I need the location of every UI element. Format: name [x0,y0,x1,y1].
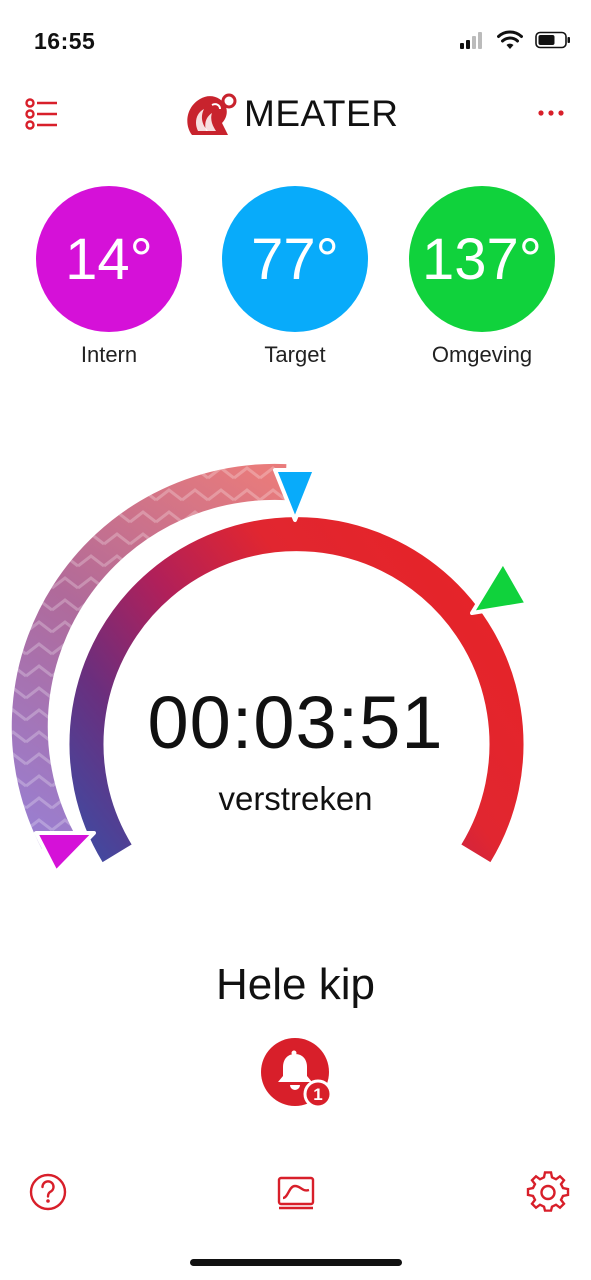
alerts-button[interactable]: 1 [256,1034,336,1114]
target-temp-label: Target [264,342,326,367]
bell-icon: 1 [261,1038,333,1109]
help-icon[interactable] [26,1170,70,1214]
temperature-gauge [11,463,529,874]
signal-icon [460,32,482,49]
target-temp-value: 77° [251,226,339,292]
ambient-marker-icon [470,560,529,615]
home-indicator[interactable] [190,1259,402,1266]
wifi-icon [497,30,523,49]
brand-logo: MEATER [182,88,398,140]
meater-logo-icon [187,93,237,135]
cook-name[interactable]: Hele kip [0,960,591,1010]
app-header: MEATER [0,84,591,144]
ambient-temp-circle[interactable]: 137° [409,186,555,332]
brand-name: MEATER [244,93,399,134]
internal-marker-icon [34,831,96,874]
gear-icon[interactable] [526,1170,570,1214]
status-time: 16:55 [34,28,96,54]
elapsed-label: verstreken [218,780,373,817]
internal-temp-circle[interactable]: 14° [36,186,182,332]
internal-temp-value: 14° [65,226,153,292]
alert-count-badge: 1 [313,1085,322,1104]
status-bar: 16:55 [0,0,591,80]
list-menu-icon[interactable] [24,94,60,134]
internal-temp-label: Intern [80,342,138,367]
battery-icon [535,31,570,49]
target-temp-circle[interactable]: 77° [222,186,368,332]
status-icons [459,30,571,50]
ambient-temp-label: Omgeving [431,342,533,367]
ambient-temp-value: 137° [422,226,542,292]
graph-icon[interactable] [274,1170,318,1214]
elapsed-timer: 00:03:51 [147,681,444,764]
more-options-icon[interactable] [531,96,571,130]
